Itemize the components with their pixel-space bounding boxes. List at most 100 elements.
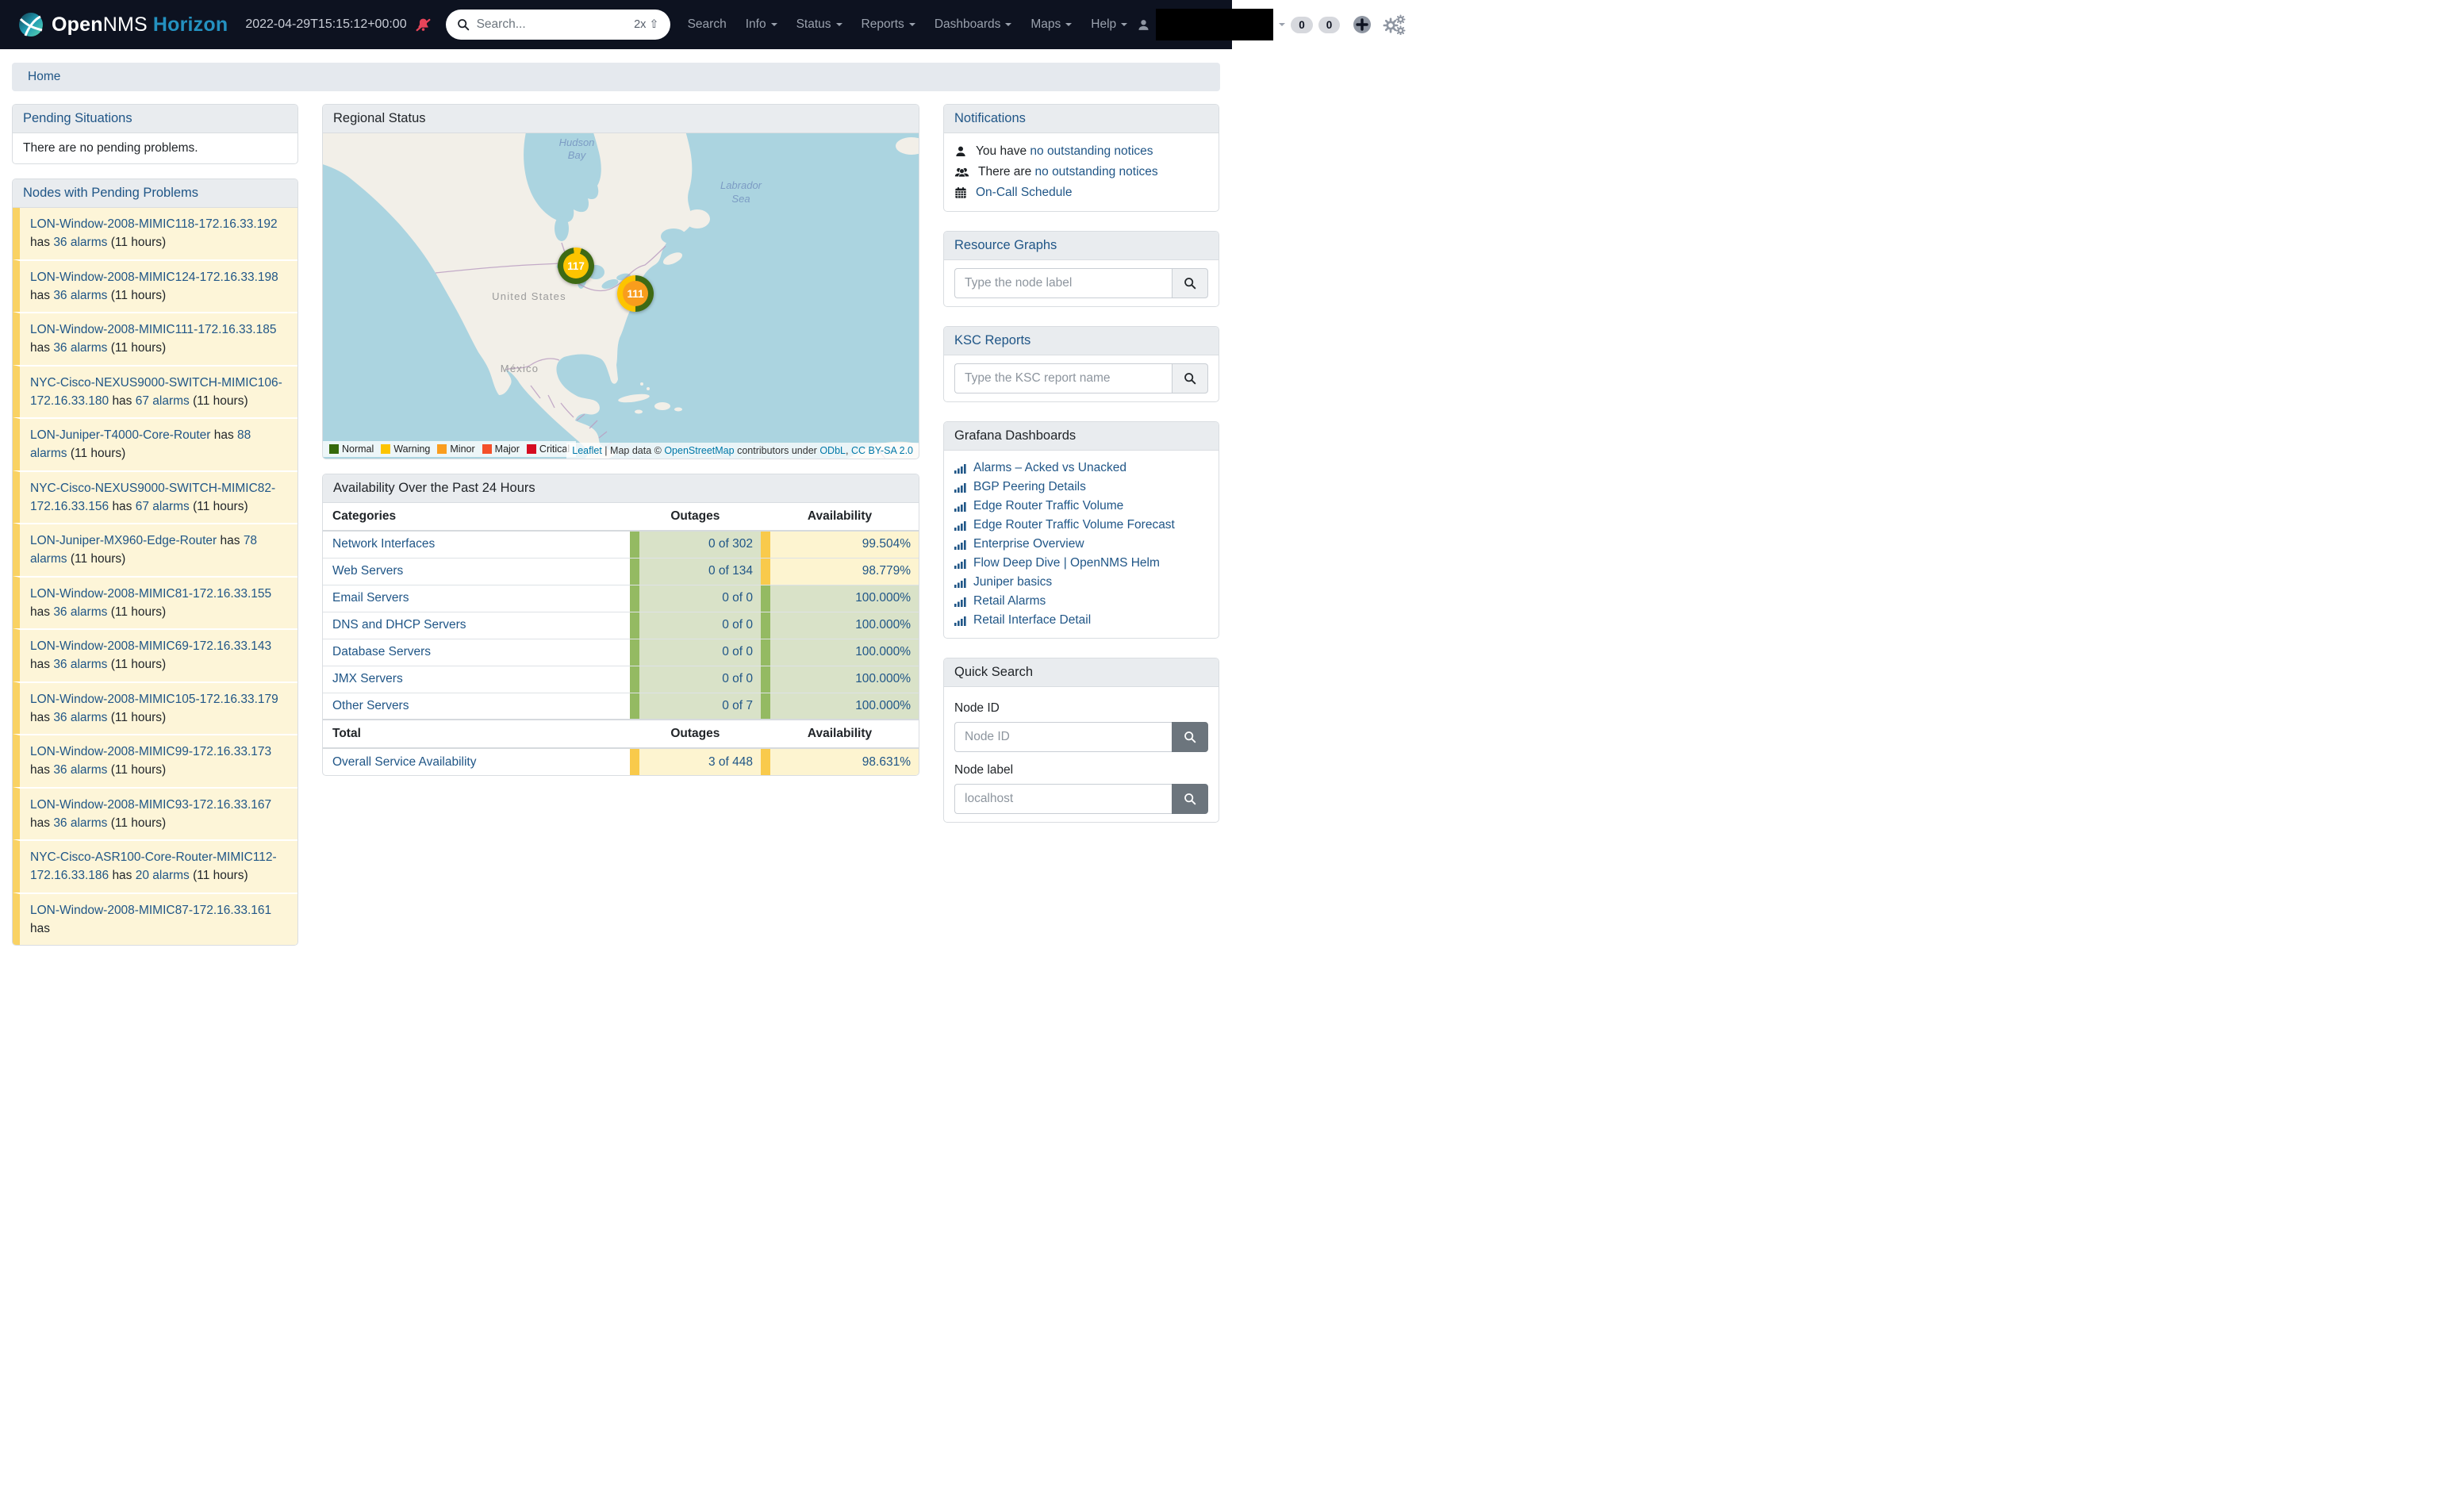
map-cluster-marker[interactable]: 117 [558,248,594,284]
nav-reports[interactable]: Reports [862,17,915,32]
grafana-link[interactable]: Retail Interface Detail [973,613,1091,628]
ksc-reports-search-button[interactable] [1172,363,1208,393]
nav-search[interactable]: Search [688,17,727,32]
alarms-link[interactable]: 36 alarms [53,341,107,355]
node-link[interactable]: LON-Juniper-MX960-Edge-Router [30,534,217,547]
user-icon[interactable] [1137,18,1150,32]
outage-count-badge[interactable]: 0 [1318,17,1341,33]
outages-value[interactable]: 0 of 7 [639,693,761,720]
alarms-link[interactable]: 36 alarms [53,658,107,671]
grafana-link[interactable]: Alarms – Acked vs Unacked [973,461,1126,475]
odbl-link[interactable]: ODbL [819,445,846,456]
node-id-search-button[interactable] [1172,722,1208,752]
availability-value[interactable]: 98.631% [770,749,919,775]
availability-value[interactable]: 100.000% [770,666,919,693]
node-label-input[interactable] [954,784,1172,814]
alarms-link[interactable]: 36 alarms [53,605,107,619]
map-label-united-states: United States [492,290,566,302]
outages-value[interactable]: 0 of 134 [639,559,761,585]
node-link[interactable]: LON-Window-2008-MIMIC81-172.16.33.155 [30,587,271,601]
nav-status[interactable]: Status [796,17,842,32]
opennms-logo[interactable]: OpenNMSHorizon [17,11,228,38]
outages-value[interactable]: 3 of 448 [639,749,761,775]
breadcrumb-home-link[interactable]: Home [28,70,60,83]
bar-chart-icon [954,616,966,626]
node-link[interactable]: LON-Window-2008-MIMIC111-172.16.33.185 [30,323,276,336]
ccbysa-link[interactable]: CC BY-SA 2.0 [851,445,913,456]
grafana-link[interactable]: Edge Router Traffic Volume Forecast [973,518,1175,532]
node-link[interactable]: LON-Window-2008-MIMIC87-172.16.33.161 [30,904,271,917]
availability-value[interactable]: 99.504% [770,532,919,558]
map-cluster-marker[interactable]: 111 [617,275,654,312]
grafana-link[interactable]: Flow Deep Dive | OpenNMS Helm [973,556,1160,570]
node-link[interactable]: LON-Window-2008-MIMIC105-172.16.33.179 [30,693,278,706]
username-redacted[interactable] [1156,9,1273,40]
nav-maps[interactable]: Maps [1031,17,1072,32]
outages-value[interactable]: 0 of 0 [639,639,761,666]
global-search-input[interactable] [477,17,628,32]
node-link[interactable]: LON-Window-2008-MIMIC124-172.16.33.198 [30,271,278,284]
chevron-down-icon [836,23,842,26]
outages-value[interactable]: 0 of 0 [639,666,761,693]
category-link[interactable]: Other Servers [332,699,409,712]
node-link[interactable]: LON-Juniper-T4000-Core-Router [30,428,210,442]
user-notices-link[interactable]: no outstanding notices [1030,144,1153,158]
outages-value[interactable]: 0 of 0 [639,585,761,612]
notifications-muted-icon[interactable] [415,17,432,33]
admin-gears-icon[interactable] [1382,14,1406,35]
notice-count-badge[interactable]: 0 [1291,17,1313,33]
availability-value[interactable]: 100.000% [770,639,919,666]
category-link[interactable]: JMX Servers [332,672,403,685]
grafana-link[interactable]: Juniper basics [973,575,1052,589]
node-link[interactable]: LON-Window-2008-MIMIC118-172.16.33.192 [30,217,278,231]
oncall-row: On-Call Schedule [954,182,1208,203]
alarms-link[interactable]: 67 alarms [136,394,190,408]
grafana-link[interactable]: Edge Router Traffic Volume [973,499,1123,513]
nav-info[interactable]: Info [746,17,777,32]
alarms-link[interactable]: 36 alarms [53,289,107,302]
region-map[interactable]: Hudson Bay Labrador Sea United States Mé… [323,133,919,459]
availability-value[interactable]: 98.779% [770,559,919,585]
oncall-schedule-link[interactable]: On-Call Schedule [976,186,1072,200]
navbar-menu: Search Info Status Reports Dashboards Ma… [678,17,1138,32]
resource-graphs-search-button[interactable] [1172,268,1208,298]
node-link[interactable]: LON-Window-2008-MIMIC69-172.16.33.143 [30,639,271,653]
alarms-link[interactable]: 36 alarms [53,236,107,249]
alarms-link[interactable]: 36 alarms [53,763,107,777]
category-link[interactable]: Email Servers [332,591,409,605]
nav-help[interactable]: Help [1091,17,1127,32]
alarms-link[interactable]: 67 alarms [136,500,190,513]
bar-chart-icon [954,501,966,512]
leaflet-link[interactable]: Leaflet [572,445,602,456]
quick-add-icon[interactable] [1353,15,1372,34]
availability-value[interactable]: 100.000% [770,585,919,612]
nav-dashboards[interactable]: Dashboards [935,17,1012,32]
node-link[interactable]: LON-Window-2008-MIMIC99-172.16.33.173 [30,745,271,758]
outages-value[interactable]: 0 of 302 [639,532,761,558]
alarms-link[interactable]: 36 alarms [53,816,107,830]
node-link[interactable]: LON-Window-2008-MIMIC93-172.16.33.167 [30,798,271,812]
outages-value[interactable]: 0 of 0 [639,612,761,639]
osm-link[interactable]: OpenStreetMap [664,445,734,456]
alarms-link[interactable]: 36 alarms [53,711,107,724]
table-row: Email Servers 0 of 0 100.000% [323,585,919,612]
category-link[interactable]: DNS and DHCP Servers [332,618,466,631]
category-link[interactable]: Database Servers [332,645,431,658]
grafana-link[interactable]: Retail Alarms [973,594,1046,608]
node-label-search-button[interactable] [1172,784,1208,814]
ksc-reports-title: KSC Reports [944,327,1219,355]
grafana-link[interactable]: Enterprise Overview [973,537,1084,551]
grafana-link[interactable]: BGP Peering Details [973,480,1086,494]
availability-value[interactable]: 100.000% [770,612,919,639]
overall-availability-link[interactable]: Overall Service Availability [332,755,476,769]
all-notices-link[interactable]: no outstanding notices [1035,165,1158,179]
ksc-reports-input[interactable] [954,363,1172,393]
alarms-link[interactable]: 20 alarms [136,869,190,882]
resource-graphs-input[interactable] [954,268,1172,298]
category-link[interactable]: Network Interfaces [332,537,435,551]
availability-value[interactable]: 100.000% [770,693,919,720]
node-id-input[interactable] [954,722,1172,752]
category-link[interactable]: Web Servers [332,564,403,578]
global-search[interactable]: 2x ⇧ [446,10,670,40]
user-menu-chevron-icon[interactable] [1279,23,1285,26]
